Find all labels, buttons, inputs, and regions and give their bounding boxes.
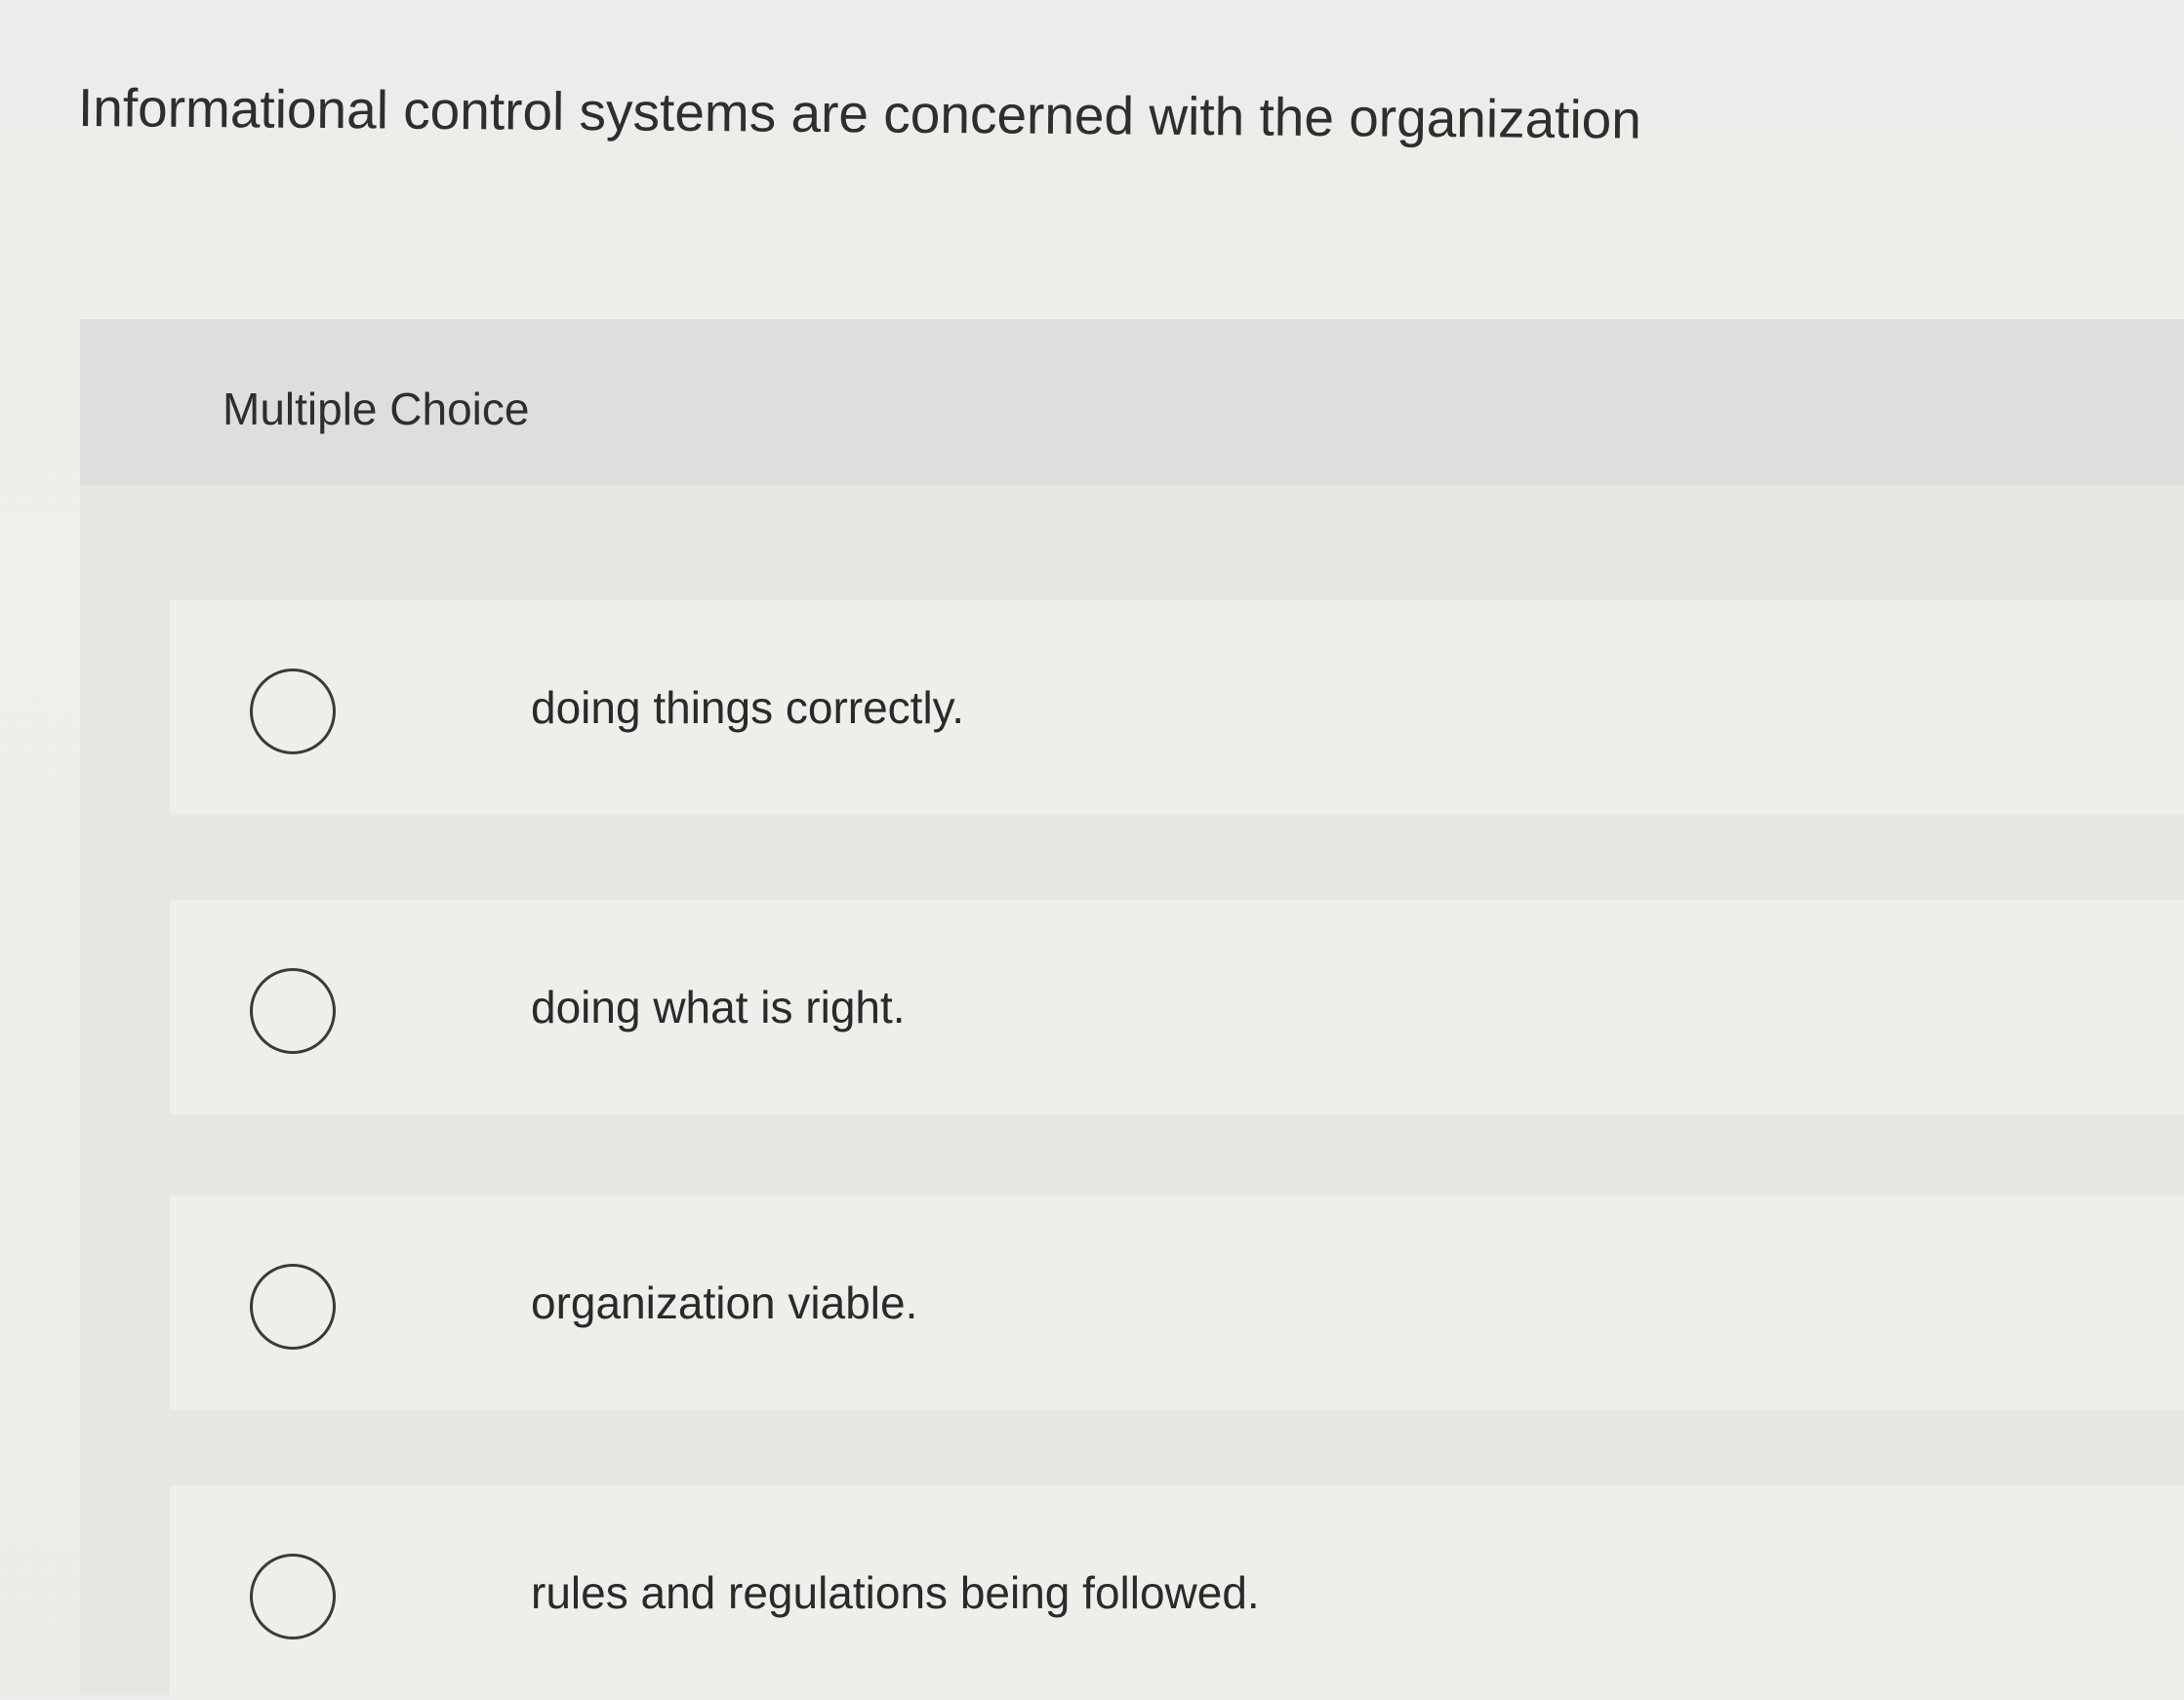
radio-button-icon[interactable]	[250, 1264, 336, 1350]
multiple-choice-label: Multiple Choice	[222, 384, 530, 434]
radio-button-icon[interactable]	[250, 1554, 336, 1639]
radio-button-icon[interactable]	[250, 968, 336, 1054]
answer-option-3[interactable]: organization viable.	[170, 1195, 2184, 1410]
multiple-choice-panel: Multiple Choice doing things correctly. …	[80, 319, 2184, 1700]
multiple-choice-header: Multiple Choice	[80, 319, 2184, 485]
answer-option-2[interactable]: doing what is right.	[170, 900, 2184, 1114]
answer-option-label: organization viable.	[531, 1277, 918, 1328]
answer-option-4[interactable]: rules and regulations being followed.	[170, 1485, 2184, 1700]
answer-option-label: doing things correctly.	[531, 682, 965, 733]
answer-option-1[interactable]: doing things correctly.	[170, 600, 2184, 815]
question-text: Informational control systems are concer…	[77, 77, 1642, 150]
answer-option-label: doing what is right.	[531, 982, 906, 1032]
radio-button-icon[interactable]	[250, 668, 336, 754]
answer-option-label: rules and regulations being followed.	[531, 1567, 1260, 1618]
